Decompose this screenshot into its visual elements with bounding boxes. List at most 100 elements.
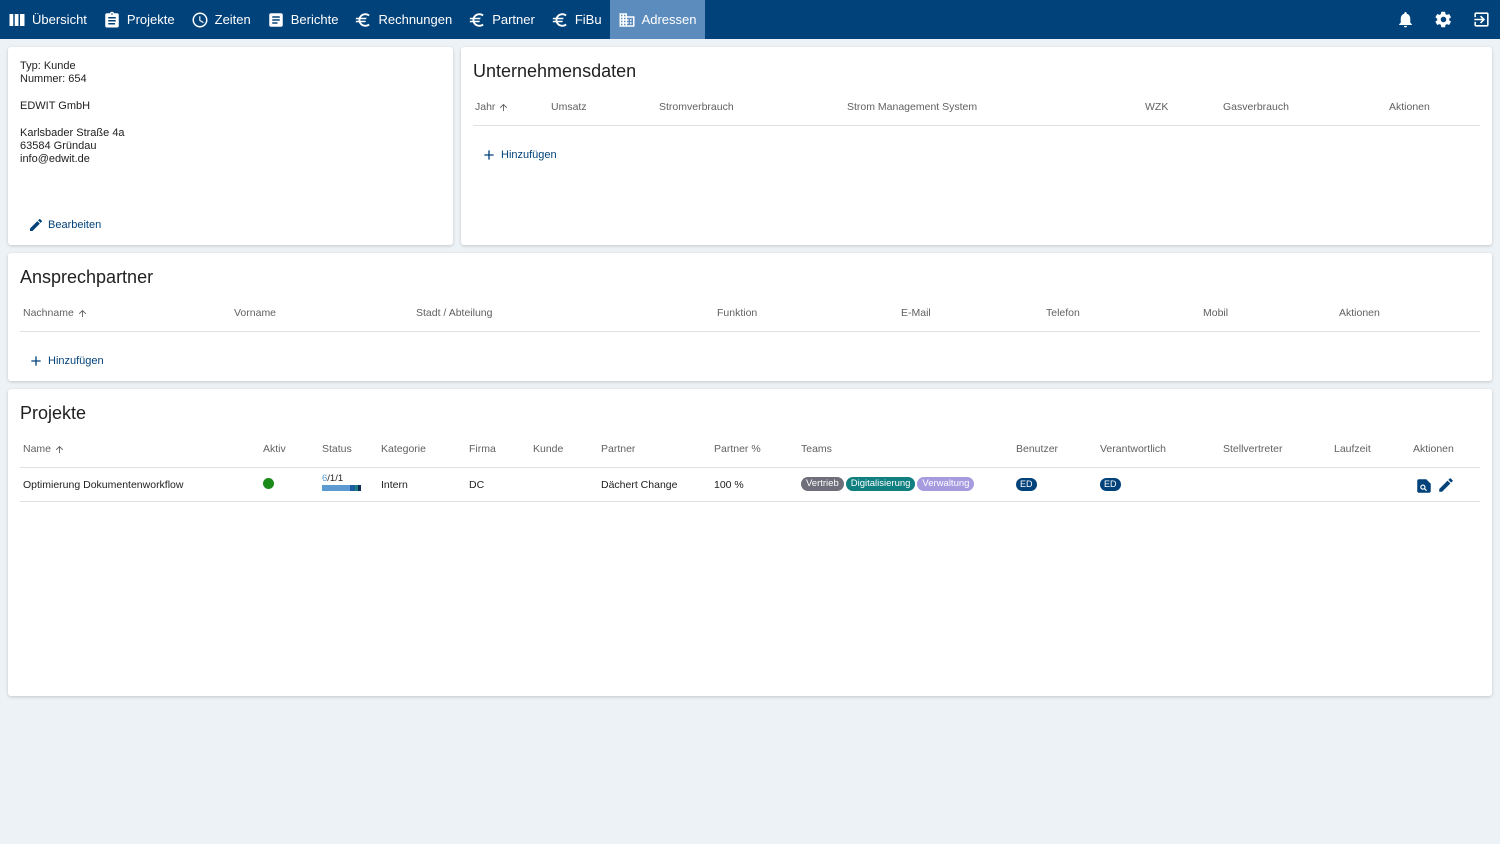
gear-icon[interactable] [1424, 0, 1462, 39]
pencil-icon [30, 218, 42, 231]
address-street: Karlsbader Straße 4a [20, 127, 125, 139]
col-email: E-Mail [901, 307, 931, 319]
table-divider [473, 125, 1480, 126]
contacts-card: Ansprechpartner Nachname Vorname Stadt /… [8, 253, 1492, 381]
active-status-dot [263, 478, 274, 489]
top-navigation: Übersicht Projekte Zeiten Berichte Rechn… [0, 0, 1500, 39]
columns-icon [8, 11, 26, 29]
company-data-title: Unternehmensdaten [473, 61, 637, 81]
top-right-actions [1386, 0, 1500, 39]
document-icon [267, 11, 285, 29]
status-segment [358, 485, 361, 491]
logout-icon[interactable] [1462, 0, 1500, 39]
status-segment [322, 485, 350, 491]
col-teams: Teams [801, 443, 832, 455]
nav-label: Adressen [641, 12, 697, 27]
company-data-card: Unternehmensdaten Jahr Umsatz Stromverbr… [461, 47, 1492, 245]
add-label: Hinzufügen [48, 355, 104, 367]
nav-berichte[interactable]: Berichte [259, 0, 347, 39]
nav-uebersicht[interactable]: Übersicht [0, 0, 95, 39]
project-name[interactable]: Optimierung Dokumentenworkflow [23, 479, 183, 491]
col-gasverbrauch: Gasverbrauch [1223, 101, 1289, 113]
sort-arrow-up-icon [55, 445, 64, 453]
col-aktiv: Aktiv [263, 443, 286, 455]
nav-rechnungen[interactable]: Rechnungen [346, 0, 460, 39]
col-stellvertreter: Stellvertreter [1223, 443, 1283, 455]
col-kunde: Kunde [533, 443, 564, 455]
edit-address-button[interactable]: Bearbeiten [28, 217, 101, 233]
bell-icon[interactable] [1386, 0, 1424, 39]
col-stadt-abteilung: Stadt / Abteilung [416, 307, 493, 319]
nav-zeiten[interactable]: Zeiten [183, 0, 259, 39]
col-nachname[interactable]: Nachname [23, 307, 88, 319]
euro-icon [468, 11, 486, 29]
nav-label: Übersicht [32, 12, 87, 27]
euro-icon [354, 11, 372, 29]
euro-icon [551, 11, 569, 29]
table-divider [20, 501, 1480, 502]
clock-icon [191, 11, 209, 29]
contacts-title: Ansprechpartner [20, 267, 154, 287]
nav-label: Projekte [126, 12, 175, 27]
project-partner-pct: 100 % [714, 479, 744, 491]
plus-icon [31, 356, 41, 366]
col-aktionen: Aktionen [1413, 443, 1454, 455]
view-details-icon[interactable] [1415, 477, 1433, 495]
col-status: Status [322, 443, 352, 455]
address-company: EDWIT GmbH [20, 100, 91, 112]
address-type: Typ: Kunde [20, 60, 76, 72]
team-chip: Digitalisierung [845, 477, 916, 491]
address-city: 63584 Gründau [20, 140, 97, 152]
project-category: Intern [381, 479, 408, 491]
projects-card: Projekte Name Aktiv Status Kategorie Fir… [8, 389, 1492, 696]
nav-fibu[interactable]: FiBu [543, 0, 610, 39]
pencil-icon[interactable] [1437, 476, 1455, 494]
user-avatar: ED [1016, 478, 1037, 491]
add-contact-button[interactable]: Hinzufügen [28, 353, 104, 369]
sort-arrow-up-icon [78, 309, 86, 317]
add-company-data-button[interactable]: Hinzufügen [481, 147, 557, 163]
nav-partner[interactable]: Partner [460, 0, 543, 39]
nav-label: FiBu [574, 12, 602, 27]
col-partner-pct: Partner % [714, 443, 761, 455]
building-icon [618, 11, 636, 29]
team-chip: Vertrieb [801, 477, 844, 491]
col-umsatz: Umsatz [551, 101, 587, 113]
nav-adressen[interactable]: Adressen [609, 0, 705, 39]
col-kategorie: Kategorie [381, 443, 426, 455]
nav-projekte[interactable]: Projekte [95, 0, 183, 39]
nav-label: Berichte [290, 12, 339, 27]
table-divider [20, 331, 1480, 332]
edit-label: Bearbeiten [48, 219, 102, 231]
col-aktionen: Aktionen [1339, 307, 1380, 319]
col-stromverbrauch: Stromverbrauch [659, 101, 734, 113]
col-telefon: Telefon [1046, 307, 1080, 319]
col-aktionen: Aktionen [1389, 101, 1430, 113]
col-partner: Partner [601, 443, 636, 455]
plus-icon [484, 150, 494, 160]
address-card: Typ: Kunde Nummer: 654 EDWIT GmbH Karlsb… [8, 47, 453, 245]
col-wzk: WZK [1145, 101, 1169, 113]
project-partner: Dächert Change [601, 479, 678, 491]
address-number: Nummer: 654 [20, 73, 87, 85]
col-firma: Firma [469, 443, 496, 455]
add-label: Hinzufügen [501, 149, 557, 161]
col-jahr[interactable]: Jahr [475, 101, 509, 113]
nav-label: Rechnungen [378, 12, 453, 27]
project-teams: Vertrieb Digitalisierung Verwaltung [801, 477, 976, 491]
nav-label: Partner [492, 12, 535, 27]
clipboard-icon [103, 11, 121, 29]
address-email[interactable]: info@edwit.de [20, 153, 90, 166]
col-verantwortlich: Verantwortlich [1100, 443, 1166, 455]
projects-title: Projekte [20, 403, 87, 423]
col-mobil: Mobil [1203, 307, 1229, 319]
col-funktion: Funktion [717, 307, 758, 319]
sort-arrow-up-icon [500, 103, 508, 111]
table-divider [20, 467, 1480, 468]
team-chip: Verwaltung [917, 477, 975, 491]
responsible-avatar: ED [1100, 478, 1121, 491]
col-name[interactable]: Name [23, 443, 65, 455]
nav-label: Zeiten [214, 12, 251, 27]
col-benutzer: Benutzer [1016, 443, 1059, 455]
project-status: 6/1/1 [322, 474, 362, 491]
